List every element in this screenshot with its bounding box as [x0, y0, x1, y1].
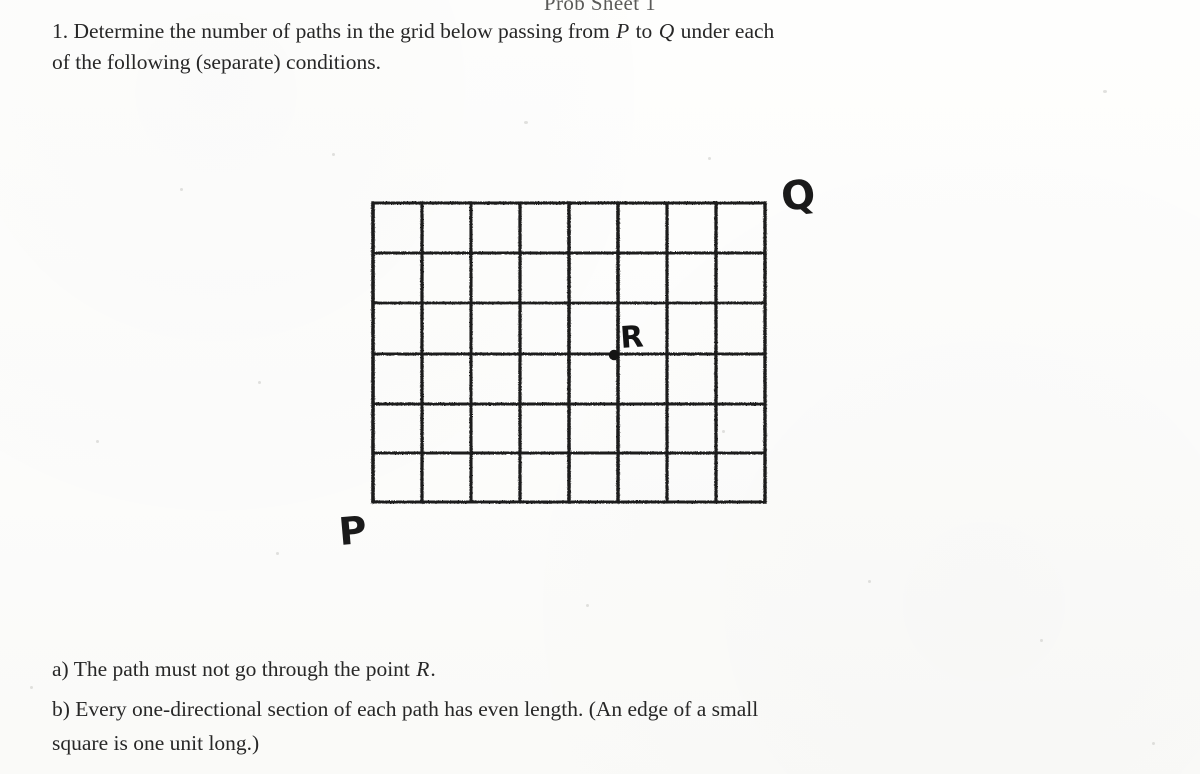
scan-speckle — [258, 381, 261, 384]
page-surface: Prob Sheet 1 1. Determine the number of … — [0, 0, 1200, 774]
problem-part-a-line-1: a) The path must not go through the poin… — [52, 652, 1082, 686]
scan-speckle — [1152, 742, 1155, 745]
math-var-q: Q — [658, 19, 675, 43]
scan-speckle — [1040, 639, 1043, 642]
problem-statement-text-1c: under each — [675, 19, 775, 43]
label-q: Q — [779, 171, 818, 221]
point-r-marker — [608, 349, 620, 361]
problem-statement-line-2: of the following (separate) conditions. — [52, 50, 381, 74]
math-var-p: P — [616, 19, 630, 43]
scan-speckle — [30, 686, 33, 689]
label-r: R — [619, 319, 644, 356]
scan-speckle — [276, 552, 279, 555]
problem-part-b-line-2: square is one unit long.) — [52, 731, 260, 755]
grid-lines — [371, 201, 767, 504]
scan-speckle — [722, 430, 725, 433]
label-p: P — [337, 508, 369, 554]
problem-part-a-text-1a: a) The path must not go through the poin… — [52, 657, 416, 681]
problem-part-a-text-1b: . — [430, 657, 436, 681]
scan-speckle — [332, 153, 335, 156]
scan-speckle — [180, 188, 183, 191]
scan-speckle — [586, 604, 589, 607]
scan-speckle — [524, 121, 528, 124]
problem-statement-text-1a: 1. Determine the number of paths in the … — [52, 19, 616, 43]
problem-statement-text-1b: to — [630, 19, 658, 43]
scan-speckle — [708, 157, 711, 160]
problem-part-a: a) The path must not go through the poin… — [52, 652, 1082, 686]
scan-speckle — [1103, 90, 1107, 93]
math-var-r: R — [416, 657, 430, 681]
problem-parts: a) The path must not go through the poin… — [52, 652, 1082, 766]
problem-part-b: b) Every one-directional section of each… — [52, 692, 1082, 760]
scan-speckle — [868, 580, 871, 583]
scan-speckle — [96, 440, 99, 443]
problem-statement: 1. Determine the number of paths in the … — [52, 16, 1074, 78]
problem-statement-line-1: 1. Determine the number of paths in the … — [52, 16, 1074, 47]
problem-part-b-line-1: b) Every one-directional section of each… — [52, 697, 759, 721]
running-header: Prob Sheet 1 — [543, 0, 657, 15]
